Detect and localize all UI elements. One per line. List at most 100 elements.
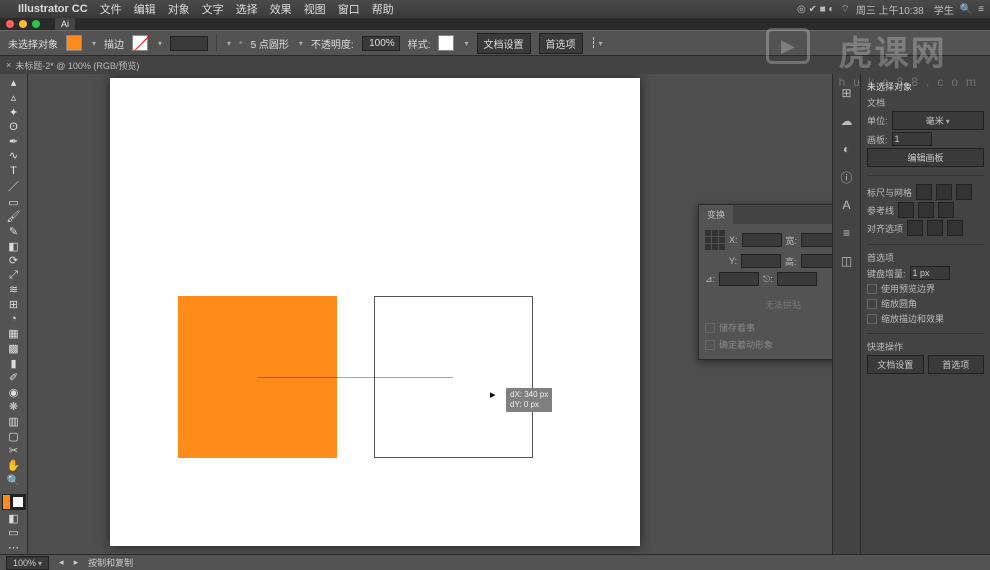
menu-object[interactable]: 对象 [168, 1, 190, 17]
canvas[interactable]: ▸ dX: 340 px dY: 0 px 变换 ≡ X: 宽: Y: 高: [28, 74, 832, 554]
stroke-weight-input[interactable] [170, 36, 208, 51]
color-icon[interactable]: ◐ [838, 140, 856, 158]
brush-profile[interactable] [225, 38, 231, 49]
y-input[interactable] [741, 254, 781, 268]
document-setup-button[interactable]: 文档设置 [477, 33, 531, 54]
lasso-tool[interactable]: ʘ [2, 120, 26, 134]
style-dropdown[interactable] [462, 38, 468, 49]
zoom-window-button[interactable] [32, 20, 40, 28]
artboard-tool[interactable]: ▢ [2, 429, 26, 443]
fill-stroke-control[interactable] [2, 494, 26, 510]
graph-tool[interactable]: ▥ [2, 415, 26, 429]
menu-file[interactable]: 文件 [100, 1, 122, 17]
line-tool[interactable]: ／ [2, 178, 26, 194]
reset-bounding-box[interactable]: 无法拼贴 [705, 290, 832, 319]
key-increment-input[interactable] [910, 266, 950, 280]
align-icon[interactable]: ≡ [838, 224, 856, 242]
mesh-tool[interactable]: ▩ [2, 342, 26, 356]
menu-select[interactable]: 选择 [236, 1, 258, 17]
stroke-color[interactable] [10, 494, 26, 510]
reference-point-picker[interactable] [705, 230, 725, 250]
rectangle-tool[interactable]: ▭ [2, 195, 26, 209]
screen-mode-icon[interactable]: ▭ [2, 526, 26, 540]
brush-shape-dropdown[interactable] [297, 38, 303, 49]
menu-view[interactable]: 视图 [304, 1, 326, 17]
menu-effect[interactable]: 效果 [270, 1, 292, 17]
units-select[interactable]: 毫米 [892, 111, 984, 130]
menu-window[interactable]: 窗口 [338, 1, 360, 17]
grid-icon[interactable] [936, 184, 952, 200]
menu-help[interactable]: 帮助 [372, 1, 394, 17]
free-transform-tool[interactable]: ⊞ [2, 298, 26, 312]
document-tab[interactable]: 未标题-2* @ 100% (RGB/预览) [15, 59, 139, 72]
snap-grid-icon[interactable] [927, 220, 943, 236]
lock-guides-icon[interactable] [918, 202, 934, 218]
search-icon[interactable]: 🔍 [960, 4, 972, 15]
snap-pixel-icon[interactable] [947, 220, 963, 236]
slice-tool[interactable]: ✂ [2, 444, 26, 458]
stroke-swatch[interactable] [132, 35, 148, 51]
transparency-grid-icon[interactable] [956, 184, 972, 200]
menu-extras-icon[interactable]: ≡ [978, 4, 984, 15]
type-icon[interactable]: A [838, 196, 856, 214]
h-input[interactable] [801, 254, 832, 268]
menu-type[interactable]: 文字 [202, 1, 224, 17]
hand-tool[interactable]: ✋ [2, 459, 26, 473]
artboard-nav-next-icon[interactable]: ▸ [74, 557, 79, 568]
wifi-icon[interactable]: ⌔ [840, 3, 849, 16]
option-chk2[interactable]: 确定着动形象 [705, 336, 832, 353]
prefs-quick-button[interactable]: 首选项 [928, 355, 985, 374]
zoom-tool[interactable]: 🔍 [2, 473, 26, 487]
smart-guides-icon[interactable] [938, 202, 954, 218]
rotate-tool[interactable]: ⟳ [2, 254, 26, 268]
scale-strokes-checkbox[interactable]: 缩放描边和效果 [867, 312, 984, 325]
blend-tool[interactable]: ◉ [2, 386, 26, 400]
selection-tool[interactable]: ▴ [2, 76, 26, 90]
guides-toggle-icon[interactable] [898, 202, 914, 218]
layers-icon[interactable]: ◫ [838, 252, 856, 270]
minimize-window-button[interactable] [19, 20, 27, 28]
doc-setup-quick-button[interactable]: 文档设置 [867, 355, 924, 374]
eyedropper-tool[interactable]: ✐ [2, 371, 26, 385]
properties-icon[interactable]: ⊞ [838, 84, 856, 102]
shear-input[interactable] [777, 272, 817, 286]
libraries-icon[interactable]: ☁ [838, 112, 856, 130]
close-window-button[interactable] [6, 20, 14, 28]
scale-tool[interactable]: ⤢ [2, 269, 26, 283]
brush-shape[interactable]: 5 点圆形 [251, 36, 289, 51]
eraser-tool[interactable]: ◧ [2, 239, 26, 253]
transform-tab[interactable]: 变换 [699, 205, 733, 224]
edit-artboard-button[interactable]: 编辑画板 [867, 148, 984, 167]
menu-edit[interactable]: 编辑 [134, 1, 156, 17]
perspective-tool[interactable]: ▦ [2, 327, 26, 341]
artboard-input[interactable] [892, 132, 932, 146]
shaper-tool[interactable]: ✎ [2, 225, 26, 239]
opacity-input[interactable] [362, 36, 400, 51]
paintbrush-tool[interactable]: 🖌 [2, 210, 26, 224]
transform-panel[interactable]: 变换 ≡ X: 宽: Y: 高: ⊿: ⎋: 无法拼贴 [698, 204, 832, 360]
stroke-dropdown[interactable] [156, 38, 162, 49]
magic-wand-tool[interactable]: ✦ [2, 105, 26, 119]
shape-builder-tool[interactable]: ◔ [2, 312, 26, 326]
info-icon[interactable]: ⓘ [838, 168, 856, 186]
ruler-icon[interactable] [916, 184, 932, 200]
preferences-button[interactable]: 首选项 [539, 33, 583, 54]
fill-dropdown[interactable] [90, 38, 96, 49]
width-tool[interactable]: ≋ [2, 283, 26, 297]
control-overflow[interactable]: ┆ [591, 38, 603, 49]
symbol-sprayer-tool[interactable]: ❋ [2, 400, 26, 414]
gradient-tool[interactable]: ▮ [2, 356, 26, 370]
angle-input[interactable] [719, 272, 759, 286]
color-mode-icon[interactable]: ◧ [2, 511, 26, 525]
artboard-nav-prev-icon[interactable]: ◂ [59, 557, 64, 568]
zoom-select[interactable]: 100% [6, 556, 49, 570]
scale-corners-checkbox[interactable]: 缩放圆角 [867, 297, 984, 310]
w-input[interactable] [801, 233, 832, 247]
type-tool[interactable]: T [2, 164, 26, 178]
style-swatch[interactable] [438, 35, 454, 51]
edit-toolbar-icon[interactable]: ⋯ [2, 540, 26, 554]
use-preview-bounds-checkbox[interactable]: 使用预览边界 [867, 282, 984, 295]
fill-swatch[interactable] [66, 35, 82, 51]
direct-selection-tool[interactable]: ▵ [2, 91, 26, 105]
pen-tool[interactable]: ✒ [2, 135, 26, 149]
